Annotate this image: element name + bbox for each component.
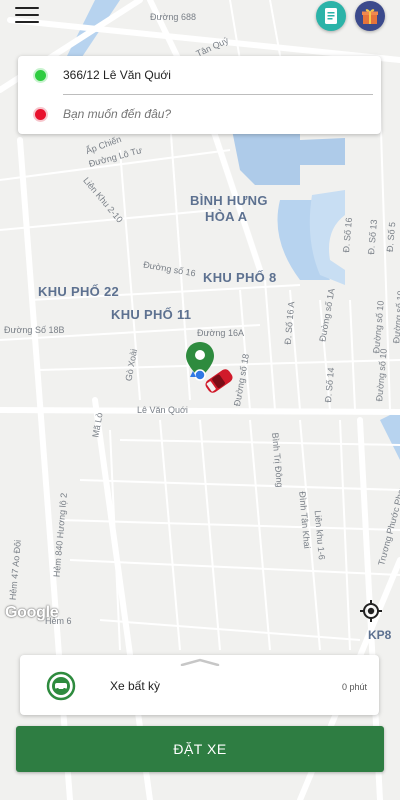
destination-input[interactable] (63, 107, 363, 121)
vehicle-card[interactable]: Xe bất kỳ 0 phút (20, 655, 379, 715)
document-icon (325, 8, 337, 24)
street-label: Đường Số 18B (4, 325, 65, 335)
menu-icon (15, 7, 39, 9)
pickup-row[interactable]: 366/12 Lê Văn Quới (18, 56, 381, 94)
vehicle-logo-icon (46, 671, 76, 701)
locate-button[interactable] (358, 598, 384, 624)
address-card: 366/12 Lê Văn Quới (18, 56, 381, 134)
area-label: KHU PHỐ 11 (111, 307, 192, 322)
pickup-dot-icon (35, 69, 46, 81)
vehicle-eta: 0 phút (341, 682, 367, 692)
area-label: BÌNH HƯNG (190, 193, 268, 208)
street-label: Lê Văn Quới (137, 405, 188, 415)
pickup-address[interactable]: 366/12 Lê Văn Quới (63, 68, 171, 82)
area-label: KHU PHỐ 8 (203, 270, 277, 285)
street-label: Đường 16A (197, 328, 244, 338)
street-label: Đường 688 (150, 12, 196, 22)
document-button[interactable] (316, 1, 346, 31)
destination-dot-icon (35, 108, 46, 120)
destination-row[interactable] (18, 95, 381, 133)
locate-icon (360, 600, 382, 622)
expand-handle-icon[interactable] (180, 658, 220, 666)
gift-button[interactable] (355, 1, 385, 31)
area-label: HÒA A (205, 209, 248, 224)
book-button[interactable]: ĐẶT XE (16, 726, 384, 772)
area-label: KHU PHỐ 22 (38, 284, 120, 299)
water-lake-2 (300, 138, 345, 165)
vehicle-name: Xe bất kỳ (110, 679, 161, 693)
google-logo: Google (5, 604, 59, 621)
menu-button[interactable] (12, 4, 42, 26)
area-label: KP8 (368, 628, 392, 642)
gift-icon (362, 9, 378, 24)
